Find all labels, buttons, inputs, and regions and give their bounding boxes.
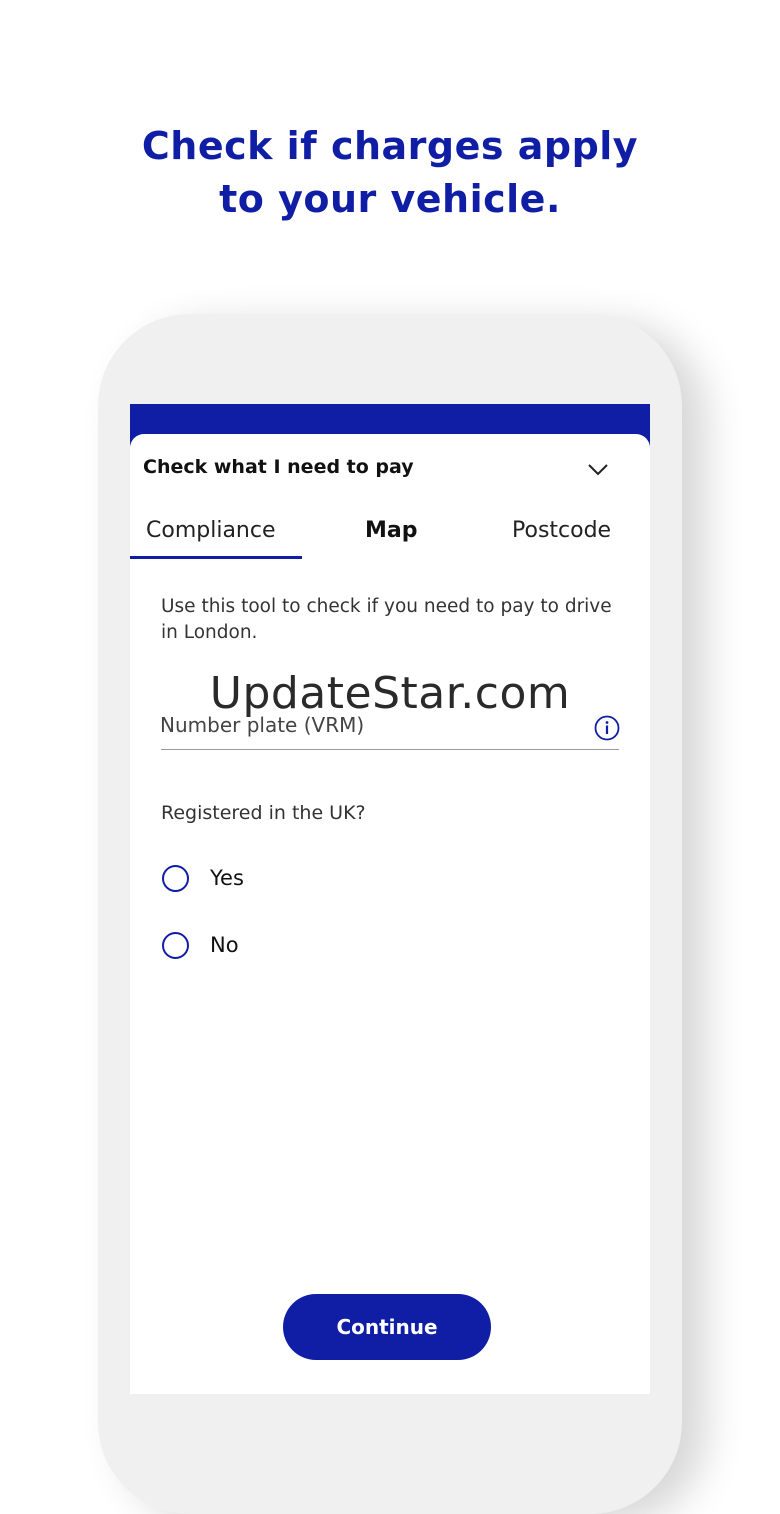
radio-option-yes[interactable]: Yes <box>162 862 244 894</box>
chevron-down-icon[interactable] <box>586 460 610 478</box>
tab-map[interactable]: Map <box>365 518 418 543</box>
radio-option-no[interactable]: No <box>162 929 239 961</box>
radio-button-no[interactable] <box>162 931 189 959</box>
radio-button-yes[interactable] <box>162 864 189 892</box>
tab-compliance[interactable]: Compliance <box>146 518 276 543</box>
watermark: UpdateStar.com <box>209 668 571 719</box>
active-tab-indicator <box>130 556 302 559</box>
radio-label-no: No <box>210 933 239 957</box>
registered-question: Registered in the UK? <box>161 802 366 824</box>
headline-line-1: Check if charges apply <box>141 124 639 168</box>
accordion-title[interactable]: Check what I need to pay <box>143 456 414 478</box>
continue-button[interactable]: Continue <box>283 1294 491 1360</box>
headline-line-2: to your vehicle. <box>219 177 561 221</box>
headline: Check if charges apply to your vehicle. <box>0 120 780 226</box>
vrm-input-underline[interactable] <box>161 749 619 750</box>
intro-text: Use this tool to check if you need to pa… <box>161 596 612 643</box>
tab-postcode[interactable]: Postcode <box>512 518 611 543</box>
app-screen: Check what I need to pay Compliance Map … <box>130 434 650 1394</box>
radio-label-yes: Yes <box>210 866 244 890</box>
